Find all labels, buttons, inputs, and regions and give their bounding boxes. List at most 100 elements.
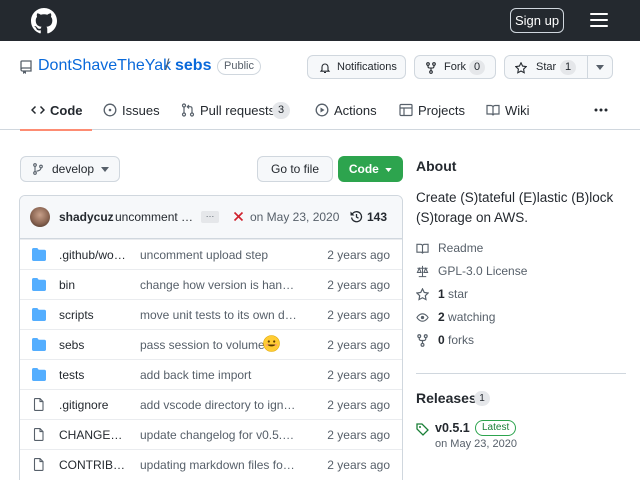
sign-up-button[interactable]: Sign up (510, 8, 564, 33)
star-icon (515, 62, 527, 74)
file-row[interactable]: tests add back time import 2 years ago (20, 359, 402, 389)
book-icon (416, 243, 429, 254)
expand-commit-button[interactable]: … (201, 210, 219, 223)
file-name[interactable]: CHANGELOG.md (59, 428, 129, 442)
commit-author[interactable]: shadycuz (59, 210, 114, 224)
tab-pull-requests[interactable]: Pull requests 3 (181, 92, 291, 130)
file-commit-message[interactable]: change how version is handled (140, 278, 298, 292)
code-download-button[interactable]: Code (338, 156, 403, 182)
repo-owner-link[interactable]: DontShaveTheYak (38, 57, 171, 75)
star-label: Star (536, 61, 557, 73)
latest-release-link[interactable]: v0.5.1 (435, 421, 470, 435)
fork-icon (426, 62, 436, 74)
commit-date[interactable]: on May 23, 2020 (250, 210, 339, 224)
release-date: on May 23, 2020 (435, 438, 517, 450)
file-row[interactable]: CHANGELOG.md update changelog for v0.5.1… (20, 419, 402, 449)
star-dropdown-button[interactable] (587, 55, 613, 79)
file-commit-message[interactable]: updating markdown files for release (140, 458, 298, 472)
commit-message[interactable]: uncomment upload step (115, 210, 195, 224)
file-icon (33, 428, 44, 441)
tab-actions-label: Actions (334, 103, 377, 118)
file-name[interactable]: .gitignore (59, 398, 129, 412)
folder-icon (32, 308, 46, 321)
star-count: 1 (560, 60, 577, 75)
stars-label: star (448, 287, 469, 301)
code-button-label: Code (348, 162, 379, 176)
table-icon (399, 103, 413, 117)
file-commit-message[interactable]: update changelog for v0.5.1 release (140, 428, 298, 442)
code-icon (31, 105, 45, 115)
repo-description: Create (S)tateful (E)lastic (B)lock (S)t… (416, 190, 614, 225)
file-age: 2 years ago (327, 308, 390, 322)
latest-badge: Latest (475, 420, 517, 436)
tag-icon (416, 423, 429, 436)
file-commit-message[interactable]: move unit tests to its own directory (140, 308, 298, 322)
watching-count: 2 (438, 310, 445, 324)
history-icon[interactable] (350, 210, 363, 223)
fork-button[interactable]: Fork 0 (414, 55, 496, 79)
file-commit-message[interactable]: pass session to volume (140, 338, 265, 352)
law-scale-icon (416, 265, 429, 278)
ci-failed-x-icon[interactable] (233, 211, 244, 222)
file-row[interactable]: .gitignore add vscode directory to ignor… (20, 389, 402, 419)
star-icon (416, 288, 429, 301)
file-age: 2 years ago (327, 368, 390, 382)
file-name[interactable]: sebs (59, 338, 129, 352)
file-commit-message[interactable]: uncomment upload step (140, 248, 298, 262)
more-options-icon[interactable] (594, 108, 608, 112)
repo-nav-tabs: Code Issues Pull requests 3 Actions Proj… (0, 92, 640, 131)
menu-hamburger-icon[interactable] (590, 13, 608, 27)
repo-name-link[interactable]: sebs (175, 57, 211, 75)
file-commit-message[interactable]: add back time import (140, 368, 298, 382)
file-row[interactable]: CONTRIBUTING.md updating markdown files … (20, 449, 402, 479)
file-age: 2 years ago (327, 338, 390, 352)
tab-wiki[interactable]: Wiki (486, 92, 530, 130)
play-icon (315, 103, 329, 117)
caret-down-icon (385, 167, 392, 172)
stars-count: 1 (438, 287, 445, 301)
fork-count: 0 (469, 60, 486, 75)
file-browser: shadycuz uncomment upload step … on May … (19, 195, 403, 480)
pull-request-icon (181, 103, 195, 117)
go-to-file-button[interactable]: Go to file (257, 156, 333, 182)
readme-label: Readme (438, 241, 484, 255)
file-name[interactable]: .github/workflows (59, 248, 129, 262)
forks-count: 0 (438, 333, 445, 347)
avatar[interactable] (30, 207, 50, 227)
repo-icon (20, 60, 32, 74)
file-row[interactable]: sebs pass session to volume 2 years ago (20, 329, 402, 359)
file-name[interactable]: CONTRIBUTING.md (59, 458, 129, 472)
commit-count[interactable]: 143 (367, 210, 387, 224)
sidebar-divider (416, 373, 626, 374)
file-icon (33, 458, 44, 471)
tab-wiki-label: Wiki (505, 103, 530, 118)
folder-icon (32, 278, 46, 291)
visibility-badge: Public (217, 58, 261, 75)
tab-issues[interactable]: Issues (103, 92, 160, 130)
folder-icon (32, 248, 46, 261)
notifications-label: Notifications (337, 61, 397, 73)
notifications-button[interactable]: Notifications (307, 55, 406, 79)
tab-code[interactable]: Code (20, 92, 92, 131)
caret-down-icon (101, 167, 109, 172)
tab-actions[interactable]: Actions (315, 92, 377, 130)
releases-heading[interactable]: Releases (416, 390, 477, 406)
smile-emoji-icon (263, 335, 280, 352)
file-age: 2 years ago (327, 278, 390, 292)
file-name[interactable]: bin (59, 278, 129, 292)
file-row[interactable]: .github/workflows uncomment upload step … (20, 239, 402, 269)
star-button[interactable]: Star 1 (504, 55, 588, 79)
bell-icon (319, 63, 331, 74)
file-name[interactable]: tests (59, 368, 129, 382)
tab-projects-label: Projects (418, 103, 465, 118)
github-logo-icon[interactable] (31, 8, 57, 34)
releases-count: 1 (474, 391, 490, 406)
branch-select-button[interactable]: develop (20, 156, 120, 182)
file-commit-message[interactable]: add vscode directory to ignore (140, 398, 298, 412)
tab-projects[interactable]: Projects (399, 92, 465, 130)
file-row[interactable]: scripts move unit tests to its own direc… (20, 299, 402, 329)
tab-pull-requests-label: Pull requests (200, 103, 276, 118)
file-row[interactable]: bin change how version is handled 2 year… (20, 269, 402, 299)
file-name[interactable]: scripts (59, 308, 129, 322)
about-heading: About (416, 158, 457, 174)
